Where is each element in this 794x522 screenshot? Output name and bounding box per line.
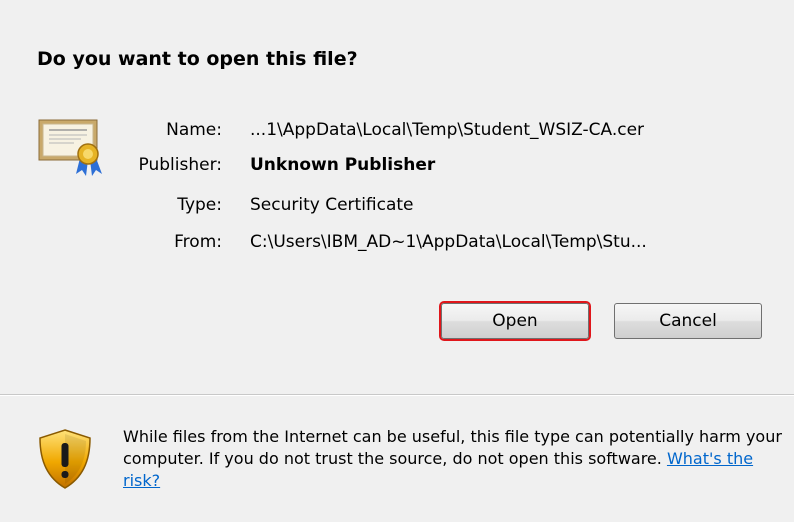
type-label: Type: [177,195,222,215]
warning-message: While files from the Internet can be use… [123,426,783,492]
file-info-pane: Do you want to open this file? Name: ...… [0,0,794,395]
from-label: From: [174,232,222,252]
warning-shield-icon [39,429,91,489]
open-file-dialog: Do you want to open this file? Name: ...… [0,0,794,522]
from-value: C:\Users\IBM_AD~1\AppData\Local\Temp\Stu… [250,232,647,252]
name-value: ...1\AppData\Local\Temp\Student_WSIZ-CA.… [250,120,645,140]
type-value: Security Certificate [250,195,414,215]
publisher-label: Publisher: [138,155,222,175]
dialog-question: Do you want to open this file? [37,48,358,70]
name-label: Name: [166,120,222,140]
cancel-button[interactable]: Cancel [614,303,762,339]
publisher-value: Unknown Publisher [250,155,436,175]
open-button[interactable]: Open [441,303,589,339]
warning-pane: While files from the Internet can be use… [0,395,794,522]
